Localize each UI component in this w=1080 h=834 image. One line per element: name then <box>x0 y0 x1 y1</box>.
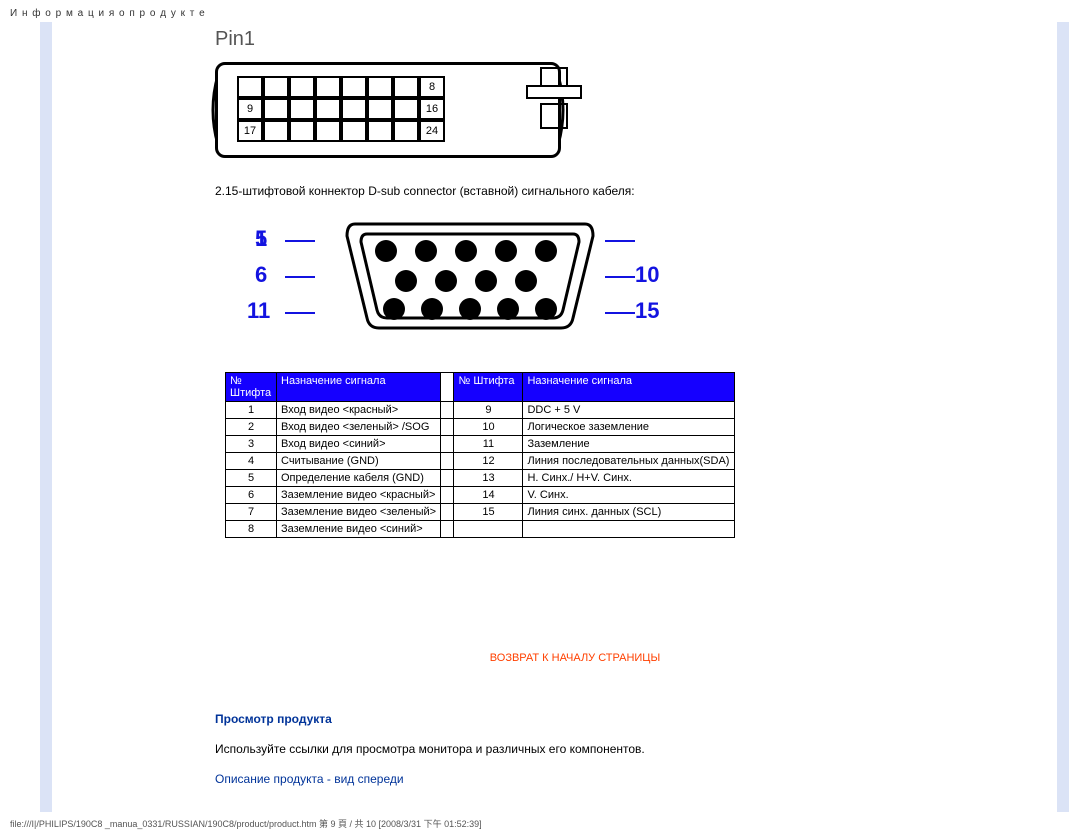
right-margin-rail <box>1057 22 1069 812</box>
dvi-shell: 8 916 1724 <box>215 62 561 158</box>
product-view-body: Используйте ссылки для просмотра монитор… <box>215 742 645 756</box>
col-signal-left: Назначение сигнала <box>277 373 441 402</box>
dsub-connector-diagram: 1 6 11 5 10 15 <box>255 212 675 342</box>
pin-assignment-table: № Штифта Назначение сигнала № Штифта Наз… <box>225 372 735 538</box>
product-view-heading: Просмотр продукта <box>215 712 332 726</box>
dvi-connector-diagram: 8 916 1724 <box>215 62 561 158</box>
left-margin-rail <box>40 22 52 812</box>
page-header-breadcrumb: И н ф о р м а ц и я о п р о д у к т е <box>0 0 1080 19</box>
page: И н ф о р м а ц и я о п р о д у к т е Pi… <box>0 0 1080 834</box>
back-to-top-link[interactable]: ВОЗВРАТ К НАЧАЛУ СТРАНИЦЫ <box>215 652 935 664</box>
footer-path: file:///I|/PHILIPS/190C8 _manua_0331/RUS… <box>10 817 482 830</box>
col-signal-right: Назначение сигнала <box>523 373 735 402</box>
dsub-intro-text: 2.15-штифтовой коннектор D-sub connector… <box>215 184 635 198</box>
front-view-link[interactable]: Описание продукта - вид спереди <box>215 772 404 786</box>
col-pin-left: № Штифта <box>226 373 277 402</box>
col-pin-right: № Штифта <box>454 373 523 402</box>
pin1-label: Pin1 <box>215 28 255 51</box>
